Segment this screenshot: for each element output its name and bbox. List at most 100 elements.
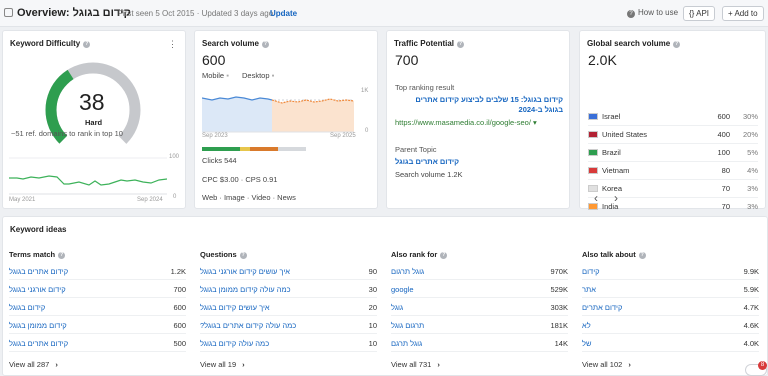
- keyword-idea-row[interactable]: אתר 5.9K: [582, 281, 759, 298]
- country-volume: 100: [717, 148, 730, 157]
- keyword-idea-row[interactable]: google 529K: [391, 281, 568, 298]
- keyword-idea-link[interactable]: קידום אתרים בגוגל: [9, 267, 68, 276]
- keyword-idea-link[interactable]: איך עושים קידום אורגני בגוגל: [200, 267, 290, 276]
- search-volume-card: Search volume? 600 Mobile ▪ Desktop ▪ 1K…: [194, 30, 378, 209]
- top-ranking-label: Top ranking result: [395, 83, 455, 92]
- keyword-idea-volume: 970K: [550, 267, 568, 276]
- device-desktop: Desktop ▪: [242, 71, 275, 80]
- chat-widget[interactable]: 8: [745, 361, 767, 376]
- country-share: 30%: [742, 112, 758, 121]
- country-volume: 70: [721, 202, 730, 211]
- kd-axis-start: May 2021: [9, 197, 36, 203]
- how-to-use-link[interactable]: ? How to use: [627, 8, 678, 18]
- chevron-right-icon: ›: [628, 360, 631, 369]
- keyword-idea-volume: 600: [173, 303, 186, 312]
- keyword-idea-volume: 9.9K: [743, 267, 759, 276]
- paid-clicks-segment: [240, 147, 250, 151]
- info-icon: ?: [58, 252, 66, 259]
- info-icon: ?: [239, 252, 247, 259]
- keyword-idea-volume: 30: [368, 285, 377, 294]
- update-link[interactable]: Update: [270, 9, 297, 18]
- view-all-link[interactable]: View all 731 ›: [391, 360, 440, 369]
- view-all-link[interactable]: View all 19 ›: [200, 360, 245, 369]
- keyword-idea-link[interactable]: תרגום גוגל: [391, 321, 424, 330]
- info-icon: ?: [638, 252, 646, 259]
- prev-page-button[interactable]: ‹: [594, 191, 598, 205]
- keyword-idea-volume: 1.2K: [170, 267, 186, 276]
- ideas-column-header-label: Also rank for: [391, 250, 438, 259]
- global-volume-card: Global search volume? 2.0K Israel 600 30% U…: [579, 30, 766, 216]
- keyword-idea-volume: 5.9K: [743, 285, 759, 294]
- keyword-idea-row[interactable]: קידום אורגני בגוגל 700: [9, 281, 186, 298]
- keyword-idea-link[interactable]: קידום: [582, 267, 600, 276]
- chevron-down-icon: ▾: [533, 118, 537, 127]
- add-to-button[interactable]: + Add to: [722, 6, 764, 21]
- keyword-idea-link[interactable]: גוגל תרגום: [391, 267, 424, 276]
- keyword-idea-row[interactable]: קידום אתרים בגוגל 500: [9, 335, 186, 352]
- country-row[interactable]: Israel 600 30%: [588, 109, 758, 126]
- keyword-idea-link[interactable]: קידום אתרים: [582, 303, 622, 312]
- parent-topic-label: Parent Topic: [395, 145, 437, 154]
- keyword-idea-row[interactable]: של 4.0K: [582, 335, 759, 352]
- keyword-idea-row[interactable]: כמה עולה קידום אתרים בגוגל? 10: [200, 317, 377, 334]
- keyword-idea-row[interactable]: איך עושים קידום אורגני בגוגל 90: [200, 263, 377, 280]
- keyword-idea-row[interactable]: קידום אתרים 4.7K: [582, 299, 759, 316]
- sv-axis-start: Sep 2023: [202, 133, 228, 139]
- keyword-idea-link[interactable]: לא: [582, 321, 591, 330]
- clicks-distribution-bar: [202, 147, 306, 151]
- keyword-idea-link[interactable]: אתר: [582, 285, 596, 294]
- view-all-link[interactable]: View all 287 ›: [9, 360, 58, 369]
- keyword-idea-row[interactable]: קידום בגוגל 600: [9, 299, 186, 316]
- api-button[interactable]: {} API: [683, 6, 716, 21]
- more-options-icon[interactable]: ⋮: [168, 39, 177, 50]
- ideas-column-header: Also talk about?: [582, 250, 646, 259]
- keyword-idea-row[interactable]: גוגל תרגום 970K: [391, 263, 568, 280]
- keyword-idea-link[interactable]: כמה עולה קידום בגוגל: [200, 339, 269, 348]
- keyword-idea-row[interactable]: גוגל 303K: [391, 299, 568, 316]
- country-name: Vietnam: [602, 166, 630, 175]
- organic-clicks-segment: [202, 147, 240, 151]
- keyword-idea-row[interactable]: כמה עולה קידום ממומן בגוגל 30: [200, 281, 377, 298]
- country-volume: 400: [717, 130, 730, 139]
- country-row[interactable]: Vietnam 80 4%: [588, 163, 758, 180]
- ideas-column-header-label: Also talk about: [582, 250, 636, 259]
- keyword-idea-row[interactable]: איך עושים קידום בגוגל 20: [200, 299, 377, 316]
- keyword-idea-link[interactable]: של: [582, 339, 591, 348]
- keyword-idea-volume: 14K: [554, 339, 568, 348]
- view-all-link[interactable]: View all 102 ›: [582, 360, 631, 369]
- top-ranking-title[interactable]: קידום בגוגל: 15 שלבים לביצוע קידום אתרים…: [395, 95, 563, 115]
- next-page-button[interactable]: ›: [614, 191, 618, 205]
- keyword-idea-link[interactable]: קידום ממומן בגוגל: [9, 321, 67, 330]
- ideas-column-header: Also rank for?: [391, 250, 448, 259]
- keyword-idea-row[interactable]: גוגל תרגם 14K: [391, 335, 568, 352]
- keyword-idea-link[interactable]: קידום אורגני בגוגל: [9, 285, 66, 294]
- country-row[interactable]: Brazil 100 5%: [588, 145, 758, 162]
- country-name: United States: [602, 130, 648, 139]
- keyword-idea-row[interactable]: קידום 9.9K: [582, 263, 759, 280]
- keyword-idea-link[interactable]: קידום בגוגל: [9, 303, 45, 312]
- country-volume: 600: [717, 112, 730, 121]
- parent-topic-link[interactable]: קידום אתרים בגוגל: [395, 157, 459, 166]
- keyword-idea-row[interactable]: קידום ממומן בגוגל 600: [9, 317, 186, 334]
- top-ranking-url[interactable]: https://www.masamedia.co.il/google-seo/ …: [395, 118, 537, 127]
- sv-axis-end: Sep 2025: [330, 133, 356, 139]
- country-row[interactable]: United States 400 20%: [588, 127, 758, 144]
- chevron-right-icon: ›: [437, 360, 440, 369]
- keyword-idea-link[interactable]: כמה עולה קידום אתרים בגוגל?: [200, 321, 296, 330]
- keyword-idea-row[interactable]: כמה עולה קידום בגוגל 10: [200, 335, 377, 352]
- global-volume-title: Global search volume?: [587, 39, 681, 48]
- keyword-idea-link[interactable]: גוגל תרגם: [391, 339, 422, 348]
- country-volume: 70: [721, 184, 730, 193]
- keyword-idea-link[interactable]: גוגל: [391, 303, 403, 312]
- keyword-idea-link[interactable]: google: [391, 285, 414, 294]
- keyword-idea-link[interactable]: קידום אתרים בגוגל: [9, 339, 68, 348]
- keyword-idea-row[interactable]: תרגום גוגל 181K: [391, 317, 568, 334]
- country-share: 5%: [747, 148, 758, 157]
- keyword-idea-link[interactable]: איך עושים קידום בגוגל: [200, 303, 270, 312]
- keyword-idea-row[interactable]: קידום אתרים בגוגל 1.2K: [9, 263, 186, 280]
- keyword-idea-row[interactable]: לא 4.6K: [582, 317, 759, 334]
- sidebar-toggle-icon[interactable]: [4, 8, 13, 17]
- sv-y-max: 1K: [361, 88, 369, 94]
- keyword-idea-link[interactable]: כמה עולה קידום ממומן בגוגל: [200, 285, 291, 294]
- cpc-metric: CPC $3.00 · CPS 0.91: [202, 175, 278, 184]
